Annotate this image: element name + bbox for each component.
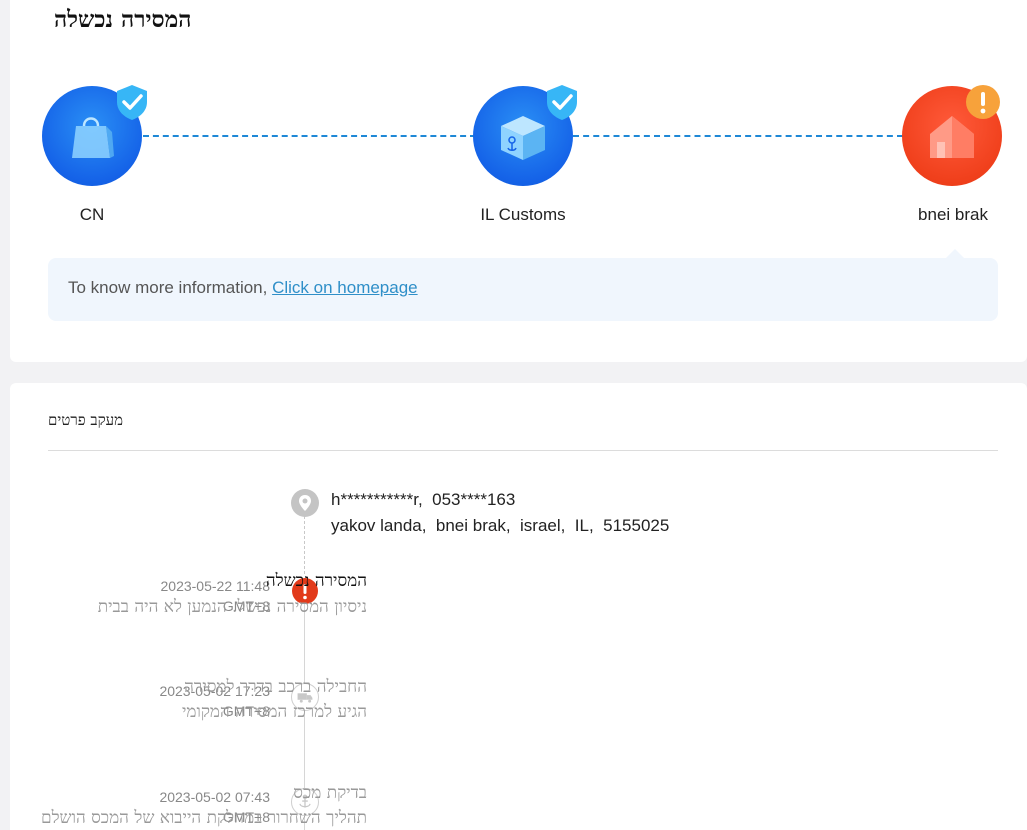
check-shield-icon	[117, 85, 147, 120]
section-title: מעקב פרטים	[48, 411, 123, 429]
event-title: בדיקת מכס	[293, 783, 367, 803]
divider	[48, 450, 998, 451]
info-text: To know more information, Click on homep…	[68, 278, 418, 298]
info-message: To know more information,	[68, 278, 273, 297]
route-node-label: IL Customs	[480, 205, 566, 224]
event-description: תהליך השחרור במחלקת הייבוא של המכס הושלם	[41, 808, 367, 828]
event-title: המסירה נכשלה	[265, 571, 367, 591]
event-description: הגיע למרכז המסירה המקומי	[181, 702, 367, 722]
event-title: החבילה ברכב בדרך למסירה	[184, 677, 367, 697]
homepage-link[interactable]: Click on homepage	[272, 278, 418, 297]
shopping-bag-icon	[72, 117, 114, 158]
recipient-address: yakov landa, bnei brak, israel, IL, 5155…	[331, 516, 670, 535]
route-node-label: CN	[79, 205, 105, 224]
route-connector	[143, 135, 476, 137]
info-banner: To know more information, Click on homep…	[48, 258, 998, 321]
event-description: ניסיון המסירה נכשל. הנמען לא היה בבית	[97, 597, 367, 617]
route-connector	[573, 135, 903, 137]
warning-icon	[966, 85, 1000, 119]
page-title: המסירה נכשלה	[54, 6, 192, 33]
route-node-label: bnei brak	[918, 205, 988, 224]
tracking-details-card: מעקב פרטים h***********r, 053****163 yak…	[10, 383, 1027, 830]
timeline-connector	[304, 516, 305, 574]
recipient-contact: h***********r, 053****163	[331, 490, 516, 509]
check-shield-icon	[547, 85, 577, 120]
location-pin-icon	[291, 489, 319, 517]
shipment-status-card: המסירה נכשלה CN IL Customs bnei brak To …	[10, 0, 1027, 362]
